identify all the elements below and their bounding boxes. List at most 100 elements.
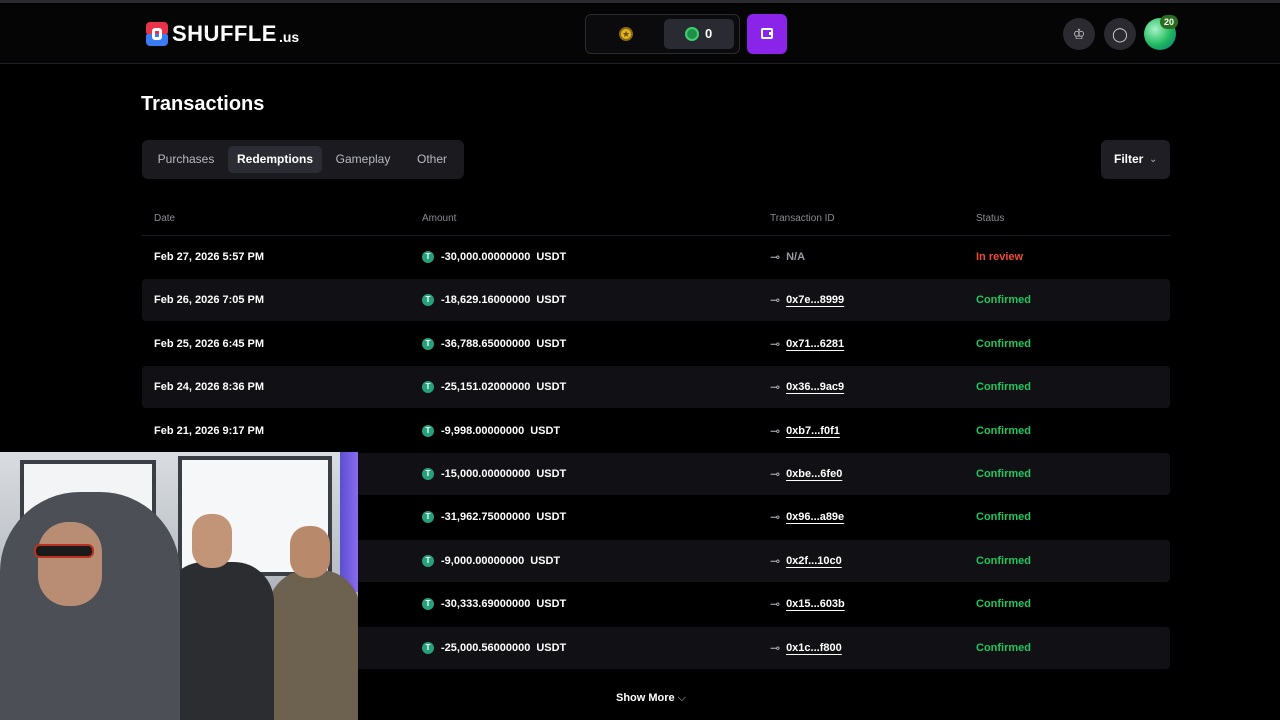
transaction-id-link[interactable]: 0xbe...6fe0 bbox=[786, 453, 842, 495]
amount-value: -15,000.00000000 bbox=[441, 468, 531, 480]
transaction-id[interactable]: ⊸ 0xb7...f0f1 bbox=[770, 410, 840, 452]
transaction-amount: T -15,000.00000000 USDT bbox=[422, 453, 566, 495]
link-icon: ⊸ bbox=[770, 510, 781, 525]
column-header-date: Date bbox=[154, 213, 176, 224]
chat-button[interactable]: ◯ bbox=[1104, 18, 1136, 50]
usdt-icon: T bbox=[422, 554, 434, 567]
table-row[interactable]: Feb 21, 2026 9:17 PM T -9,998.00000000 USDT… bbox=[142, 410, 1170, 452]
transaction-id[interactable]: ⊸ 0x1c...f800 bbox=[770, 627, 842, 669]
transaction-amount: T -9,000.00000000 USDT bbox=[422, 540, 560, 582]
amount-currency: USDT bbox=[536, 381, 567, 394]
amount-currency: USDT bbox=[530, 424, 561, 437]
transaction-id[interactable]: ⊸ 0x36...9ac9 bbox=[770, 366, 844, 408]
usdt-icon: T bbox=[422, 381, 434, 394]
amount-value: -18,629.16000000 bbox=[441, 294, 531, 307]
link-icon: ⊸ bbox=[770, 553, 781, 568]
shuffle-logo[interactable]: SHUFFLE .us bbox=[146, 21, 299, 47]
sweeps-coin-selector[interactable]: 0 bbox=[664, 19, 734, 49]
transaction-date: Feb 27, 2026 5:57 PM bbox=[154, 251, 265, 263]
transaction-id-link[interactable]: 0x15...603b bbox=[786, 583, 845, 625]
table-row[interactable]: Feb 25, 2026 6:45 PM T -36,788.65000000 USD… bbox=[142, 323, 1170, 365]
status-badge: Confirmed bbox=[976, 554, 1031, 567]
amount-value: -30,000.00000000 bbox=[441, 251, 531, 263]
link-icon: ⊸ bbox=[770, 250, 781, 264]
table-row[interactable]: Feb 24, 2026 8:36 PM T -25,151.02000000 USD… bbox=[142, 366, 1170, 409]
amount-currency: USDT bbox=[536, 598, 567, 611]
status-badge: Confirmed bbox=[976, 511, 1031, 524]
transaction-id[interactable]: ⊸ 0x71...6281 bbox=[770, 323, 844, 365]
show-more-label: Show More bbox=[616, 692, 675, 704]
table-row[interactable]: Feb 26, 2026 7:05 PM T -18,629.16000000 USD… bbox=[142, 279, 1170, 322]
link-icon: ⊸ bbox=[770, 423, 781, 438]
column-header-amount: Amount bbox=[422, 213, 457, 224]
transaction-id[interactable]: ⊸ 0x15...603b bbox=[770, 583, 845, 625]
status-badge: Confirmed bbox=[976, 641, 1031, 654]
amount-value: -30,333.69000000 bbox=[441, 598, 531, 611]
usdt-icon: T bbox=[422, 294, 434, 307]
show-more-button[interactable]: Show More ⌵ bbox=[616, 692, 686, 705]
chevron-down-icon: ⌄ bbox=[1149, 154, 1158, 165]
transaction-amount: T -25,000.56000000 USDT bbox=[422, 627, 566, 669]
transaction-id[interactable]: ⊸ 0x2f...10c0 bbox=[770, 540, 842, 582]
level-badge: 20 bbox=[1160, 15, 1178, 29]
webcam-overlay bbox=[0, 452, 358, 720]
link-icon: ⊸ bbox=[770, 597, 781, 612]
rewards-button[interactable]: ♔ bbox=[1063, 18, 1095, 50]
crown-icon: ♔ bbox=[1072, 26, 1086, 42]
status-badge: Confirmed bbox=[976, 424, 1031, 437]
usdt-icon: T bbox=[422, 424, 434, 437]
amount-currency: USDT bbox=[536, 337, 567, 350]
amount-currency: USDT bbox=[536, 468, 567, 480]
table-row[interactable]: Feb 27, 2026 5:57 PM T -30,000.00000000 USD… bbox=[142, 236, 1170, 278]
amount-value: -31,962.75000000 bbox=[441, 511, 531, 524]
column-header-status: Status bbox=[976, 213, 1005, 224]
amount-currency: USDT bbox=[536, 251, 567, 263]
logo-mark-icon bbox=[146, 22, 168, 46]
transaction-date: Feb 24, 2026 8:36 PM bbox=[154, 381, 265, 394]
amount-value: -36,788.65000000 bbox=[441, 337, 531, 350]
filter-button[interactable]: Filter ⌄ bbox=[1101, 140, 1170, 179]
tab-purchases[interactable]: Purchases bbox=[148, 146, 224, 173]
transaction-id-link[interactable]: 0x71...6281 bbox=[786, 323, 844, 365]
transaction-id-link[interactable]: 0x2f...10c0 bbox=[786, 540, 842, 582]
amount-value: -9,000.00000000 bbox=[441, 554, 525, 567]
column-header-transaction-id: Transaction ID bbox=[770, 213, 835, 224]
tab-gameplay[interactable]: Gameplay bbox=[326, 146, 400, 173]
amount-currency: USDT bbox=[536, 641, 567, 654]
tab-other[interactable]: Other bbox=[404, 146, 460, 173]
usdt-icon: T bbox=[422, 468, 434, 480]
status-badge: Confirmed bbox=[976, 381, 1031, 394]
transaction-id-value: N/A bbox=[786, 251, 806, 263]
transaction-amount: T -25,151.02000000 USDT bbox=[422, 366, 566, 408]
transaction-id-link[interactable]: 0xb7...f0f1 bbox=[786, 410, 840, 452]
usdt-icon: T bbox=[422, 511, 434, 524]
transaction-id-link[interactable]: 0x96...a89e bbox=[786, 496, 844, 538]
transaction-id-link[interactable]: 0x7e...8999 bbox=[786, 279, 844, 321]
link-icon: ⊸ bbox=[770, 640, 781, 655]
transaction-id-link[interactable]: 0x36...9ac9 bbox=[786, 366, 844, 408]
transaction-id[interactable]: ⊸ 0x7e...8999 bbox=[770, 279, 844, 321]
chevron-down-icon: ⌵ bbox=[677, 692, 687, 704]
transaction-date: Feb 26, 2026 7:05 PM bbox=[154, 294, 265, 307]
transaction-id: ⊸ N/A bbox=[770, 236, 805, 278]
gold-coin-icon[interactable]: ★ bbox=[619, 27, 633, 41]
amount-currency: USDT bbox=[536, 294, 567, 307]
amount-currency: USDT bbox=[530, 554, 561, 567]
wallet-icon bbox=[761, 28, 773, 39]
transaction-id[interactable]: ⊸ 0x96...a89e bbox=[770, 496, 844, 538]
transaction-amount: T -31,962.75000000 USDT bbox=[422, 496, 566, 538]
logo-text: SHUFFLE bbox=[172, 21, 277, 46]
usdt-icon: T bbox=[422, 337, 434, 350]
transaction-amount: T -18,629.16000000 USDT bbox=[422, 279, 566, 321]
status-badge: Confirmed bbox=[976, 598, 1031, 611]
amount-currency: USDT bbox=[536, 511, 567, 524]
transaction-amount: T -30,333.69000000 USDT bbox=[422, 583, 566, 625]
wallet-button[interactable] bbox=[747, 14, 787, 54]
link-icon: ⊸ bbox=[770, 467, 781, 481]
tab-redemptions[interactable]: Redemptions bbox=[228, 146, 322, 173]
transaction-id[interactable]: ⊸ 0xbe...6fe0 bbox=[770, 453, 842, 495]
transaction-id-link[interactable]: 0x1c...f800 bbox=[786, 627, 842, 669]
transaction-tabs: Purchases Redemptions Gameplay Other bbox=[142, 140, 464, 179]
usdt-icon: T bbox=[422, 251, 434, 263]
amount-value: -25,000.56000000 bbox=[441, 641, 531, 654]
